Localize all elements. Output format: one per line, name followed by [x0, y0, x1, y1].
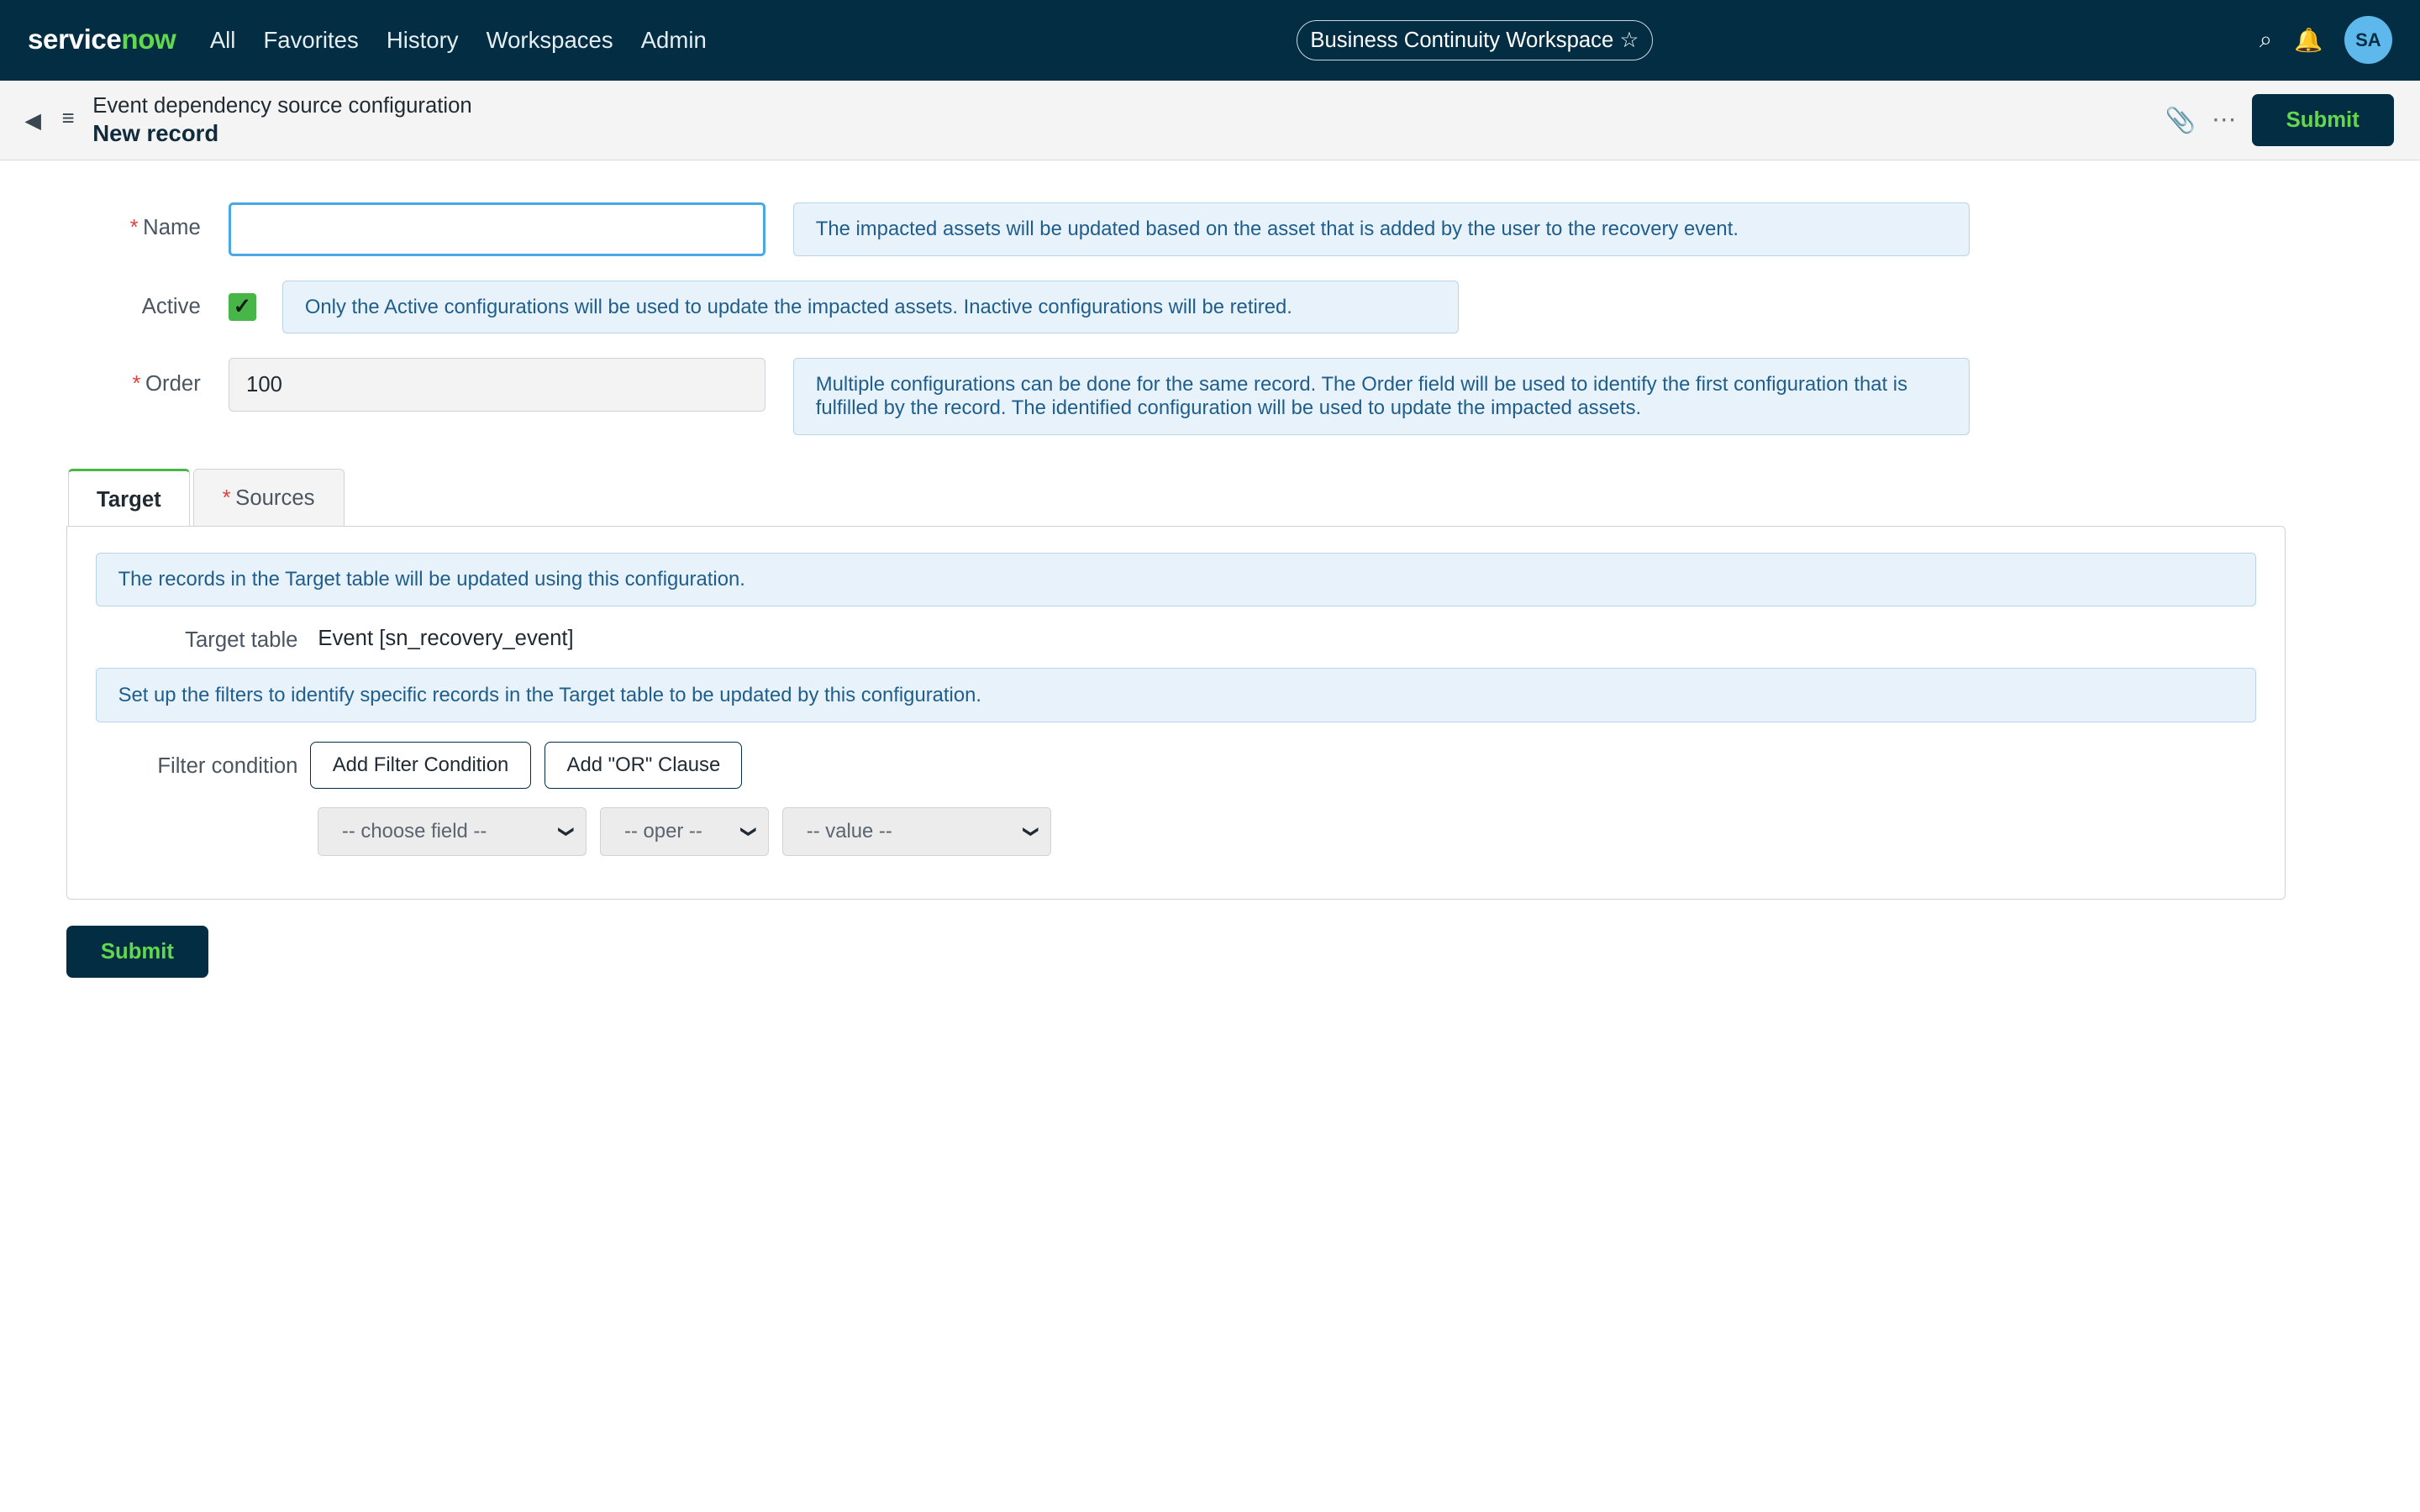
tab-target[interactable]: Target [67, 469, 190, 529]
back-icon[interactable]: ◀ [24, 108, 41, 134]
choose-field-select[interactable]: -- choose field -- ❯ [318, 806, 587, 857]
record-header: ◀ ≡ Event dependency source configuratio… [0, 80, 2420, 160]
filter-info-hint: Set up the filters to identify specific … [95, 668, 2257, 722]
required-marker: * [222, 486, 231, 511]
avatar[interactable]: SA [2344, 16, 2392, 65]
workspace-pill[interactable]: Business Continuity Workspace ☆ [1296, 19, 1654, 60]
tab-sources[interactable]: * Sources [192, 469, 345, 528]
add-filter-condition-button[interactable]: Add Filter Condition [310, 742, 531, 789]
target-info-hint: The records in the Target table will be … [95, 552, 2257, 606]
nav-item-all[interactable]: All [210, 27, 236, 54]
order-input[interactable]: 100 [228, 358, 765, 412]
value-select[interactable]: -- value -- ❯ [782, 806, 1051, 857]
nav-item-history[interactable]: History [387, 27, 459, 54]
active-label: Active [141, 294, 201, 318]
name-label: * Name [129, 216, 201, 240]
nav-item-admin[interactable]: Admin [641, 27, 707, 54]
active-hint: Only the Active configurations will be u… [282, 281, 1459, 333]
nav-item-workspaces[interactable]: Workspaces [487, 27, 613, 54]
hamburger-icon[interactable]: ≡ [61, 107, 74, 131]
record-table-title: Event dependency source configuration [92, 94, 472, 118]
submit-button-header[interactable]: Submit [2251, 94, 2394, 147]
operator-select[interactable]: -- oper -- ❯ [600, 806, 769, 857]
name-hint: The impacted assets will be updated base… [793, 202, 1970, 256]
order-label: * Order [132, 371, 201, 396]
top-nav: servicenow All Favorites History Workspa… [0, 0, 2420, 81]
target-table-label: Target table [185, 627, 298, 652]
attachment-icon[interactable]: 📎 [2165, 107, 2196, 135]
submit-button-footer[interactable]: Submit [66, 926, 208, 979]
name-input[interactable] [228, 202, 765, 256]
target-table-value: Event [sn_recovery_event] [318, 626, 574, 650]
chevron-down-icon: ❯ [1023, 825, 1041, 838]
nav-menu: All Favorites History Workspaces Admin [210, 27, 707, 54]
nav-item-favorites[interactable]: Favorites [263, 27, 358, 54]
chevron-down-icon: ❯ [558, 825, 576, 838]
more-options-icon[interactable]: ⋯ [2212, 105, 2236, 134]
required-marker: * [129, 216, 139, 240]
record-name: New record [92, 120, 219, 147]
chevron-down-icon: ❯ [740, 825, 759, 838]
servicenow-logo[interactable]: servicenow [28, 24, 176, 56]
add-or-clause-button[interactable]: Add "OR" Clause [544, 742, 743, 789]
active-checkbox[interactable]: ✓ [228, 292, 256, 322]
checkmark-icon: ✓ [233, 295, 252, 319]
bell-icon[interactable]: 🔔 [2294, 26, 2323, 54]
app-root: servicenow All Favorites History Workspa… [0, 0, 2420, 1512]
order-hint: Multiple configurations can be done for … [793, 358, 1970, 435]
filter-condition-label: Filter condition [157, 754, 298, 779]
search-icon[interactable]: ⌕ [2260, 26, 2272, 54]
nav-right: ⌕ 🔔 SA [2260, 0, 2392, 81]
required-marker: * [132, 371, 141, 396]
